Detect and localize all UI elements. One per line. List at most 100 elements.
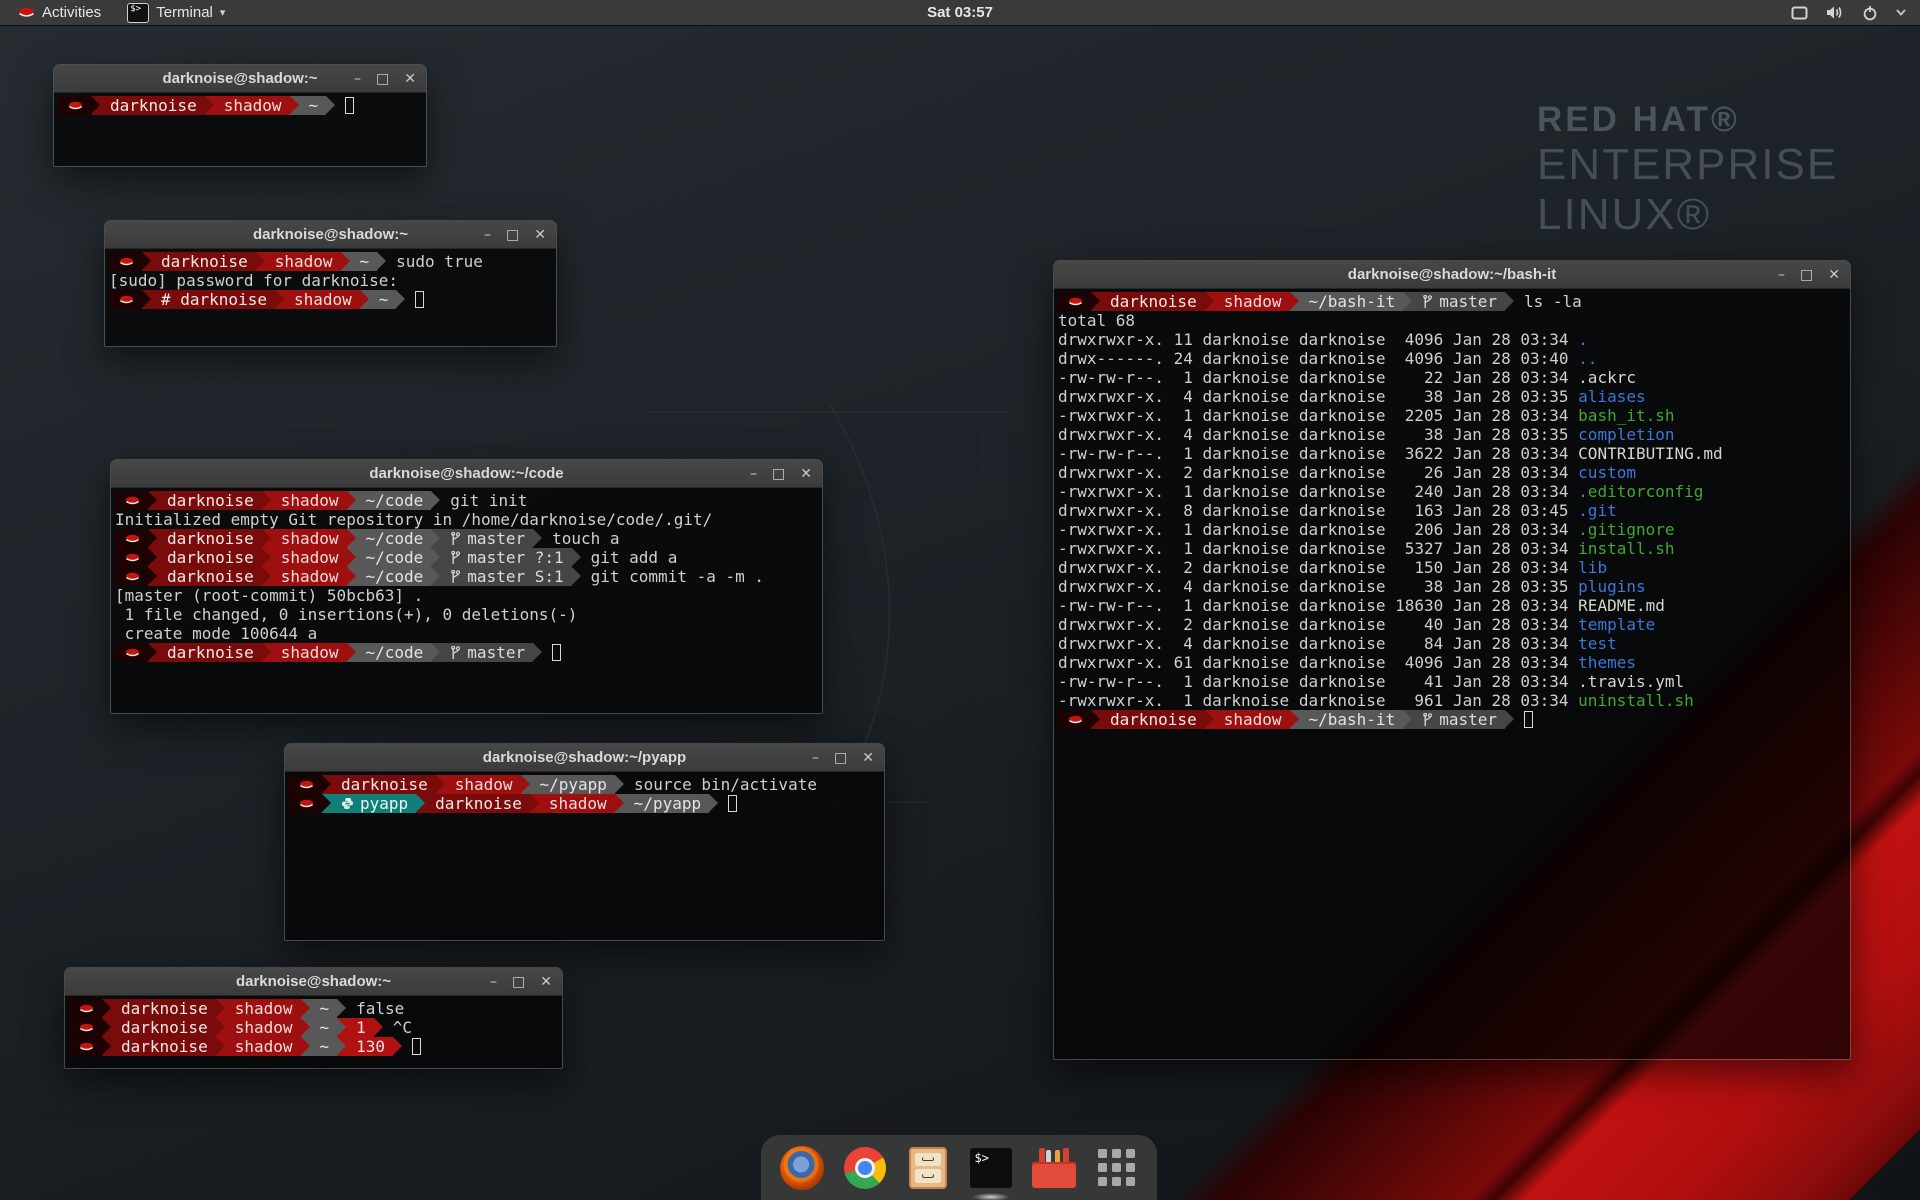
python-icon — [341, 797, 354, 810]
prompt-segment: shadow — [445, 775, 521, 794]
close-button[interactable]: ✕ — [534, 228, 546, 242]
window-titlebar[interactable]: darknoise@shadow:~–□✕ — [105, 221, 556, 249]
command-text: sudo true — [386, 252, 483, 271]
prompt-segment: ~/code — [356, 567, 432, 586]
prompt-segment-label: shadow — [281, 643, 339, 662]
dock: $> — [760, 1134, 1158, 1200]
terminal-line: [sudo] password for darknoise: — [109, 271, 552, 290]
command-text: touch a — [542, 529, 619, 548]
prompt-segment — [109, 290, 142, 309]
command-text: false — [346, 999, 404, 1018]
minimize-button[interactable]: – — [750, 467, 757, 481]
terminal-content[interactable]: darknoiseshadow~sudo true[sudo] password… — [105, 249, 556, 346]
powerline-arrow-icon — [615, 775, 624, 794]
redhat-icon — [79, 1041, 94, 1053]
prompt-segment — [109, 252, 142, 271]
close-button[interactable]: ✕ — [540, 975, 552, 989]
terminal-window: darknoise@shadow:~–□✕darknoiseshadow~ — [53, 64, 427, 167]
prompt-segment: ~ — [310, 1018, 338, 1037]
close-button[interactable]: ✕ — [862, 751, 874, 765]
dock-item-toolbox[interactable] — [1031, 1145, 1077, 1191]
prompt-segment-label: master S:1 — [467, 567, 563, 586]
ls-row-filename: completion — [1578, 425, 1674, 444]
close-button[interactable]: ✕ — [404, 72, 416, 86]
powerline-arrow-icon — [377, 252, 386, 271]
git-branch-icon — [1422, 713, 1433, 727]
close-button[interactable]: ✕ — [1828, 268, 1840, 282]
terminal-content[interactable]: darknoiseshadow~/codegit initInitialized… — [111, 488, 822, 713]
maximize-button[interactable]: □ — [772, 467, 785, 481]
screen-icon — [1791, 6, 1808, 20]
terminal-content[interactable]: darknoiseshadow~ — [54, 93, 426, 166]
window-title: darknoise@shadow:~ — [236, 973, 391, 990]
prompt-segment-label: 1 — [356, 1018, 366, 1037]
ls-row-filename: bash_it.sh — [1578, 406, 1674, 425]
terminal-window: darknoise@shadow:~ – □ ✕ darknoise shadow ~ fal… — [64, 967, 563, 1069]
window-buttons: – □ ✕ — [490, 968, 552, 996]
maximize-button[interactable]: □ — [834, 751, 847, 765]
prompt-segment: darknoise — [331, 775, 436, 794]
prompt-segment-label: darknoise — [1110, 292, 1197, 311]
terminal-content[interactable]: darknoiseshadow~/pyappsource bin/activat… — [285, 772, 884, 940]
window-titlebar[interactable]: darknoise@shadow:~/code–□✕ — [111, 460, 822, 488]
clock[interactable]: Sat 03:57 — [927, 4, 993, 21]
ls-row-meta: drwxrwxr-x. 8 darknoise darknoise 163 Ja… — [1058, 501, 1578, 520]
prompt-segment: shadow — [271, 643, 347, 662]
window-titlebar[interactable]: darknoise@shadow:~ – □ ✕ — [65, 968, 562, 996]
maximize-button[interactable]: □ — [512, 975, 525, 989]
terminal-window: darknoise@shadow:~/bash-it–□✕darknoisesh… — [1053, 260, 1851, 1060]
terminal-line: drwxrwxr-x. 4 darknoise darknoise 38 Jan… — [1058, 387, 1846, 406]
window-title: darknoise@shadow:~/pyapp — [483, 749, 686, 766]
powerline-arrow-icon — [326, 96, 335, 115]
ls-row-meta: -rw-rw-r--. 1 darknoise darknoise 18630 … — [1058, 596, 1578, 615]
terminal-line: total 68 — [1058, 311, 1846, 330]
ls-row-filename: CONTRIBUTING.md — [1578, 444, 1723, 463]
prompt-segment: shadow — [271, 548, 347, 567]
powerline-arrow-icon — [275, 290, 284, 309]
prompt-segment: ~ — [350, 252, 378, 271]
dock-item-chrome[interactable] — [842, 1145, 888, 1191]
terminal-line: create mode 100644 a — [115, 624, 818, 643]
dock-item-files[interactable] — [905, 1145, 951, 1191]
maximize-button[interactable]: □ — [506, 228, 519, 242]
prompt-segment — [1058, 710, 1091, 729]
app-menu-label: Terminal — [156, 4, 213, 21]
command-text: ^C — [383, 1018, 412, 1037]
system-status-area[interactable] — [1791, 5, 1920, 21]
window-titlebar[interactable]: darknoise@shadow:~/pyapp – □ ✕ — [285, 744, 884, 772]
terminal-cursor — [415, 291, 424, 308]
prompt-segment: shadow — [225, 1018, 301, 1037]
dock-item-app-grid[interactable] — [1094, 1145, 1140, 1191]
powerline-arrow-icon — [396, 290, 405, 309]
minimize-button[interactable]: – — [1778, 268, 1785, 282]
prompt-segment-label: ~ — [320, 1037, 330, 1056]
powerline-arrow-icon — [148, 491, 157, 510]
window-titlebar[interactable]: darknoise@shadow:~/bash-it–□✕ — [1054, 261, 1850, 289]
prompt-segment: darknoise — [425, 794, 530, 813]
maximize-button[interactable]: □ — [376, 72, 389, 86]
ls-row-filename: test — [1578, 634, 1617, 653]
minimize-button[interactable]: – — [490, 975, 497, 989]
terminal-cursor — [345, 97, 354, 114]
chevron-down-icon — [1896, 9, 1906, 16]
close-button[interactable]: ✕ — [800, 467, 812, 481]
prompt-segment-label: ~/bash-it — [1309, 710, 1396, 729]
powerline-arrow-icon — [148, 643, 157, 662]
terminal-content[interactable]: darknoiseshadow~/bash-itmasterls -latota… — [1054, 289, 1850, 1059]
dock-item-firefox[interactable] — [779, 1145, 825, 1191]
ls-row-filename: .travis.yml — [1578, 672, 1684, 691]
command-text: source bin/activate — [624, 775, 817, 794]
app-menu-terminal[interactable]: $> Terminal ▾ — [117, 0, 235, 26]
maximize-button[interactable]: □ — [1800, 268, 1813, 282]
powerline-arrow-icon — [341, 252, 350, 271]
minimize-button[interactable]: – — [354, 72, 361, 86]
minimize-button[interactable]: – — [484, 228, 491, 242]
terminal-content[interactable]: darknoiseshadow~falsedarknoiseshadow~1^C… — [65, 996, 562, 1068]
powerline-arrow-icon — [301, 999, 310, 1018]
minimize-button[interactable]: – — [812, 751, 819, 765]
dock-item-terminal[interactable]: $> — [968, 1145, 1014, 1191]
window-titlebar[interactable]: darknoise@shadow:~–□✕ — [54, 65, 426, 93]
prompt-segment: darknoise — [111, 999, 216, 1018]
terminal-line: darknoiseshadow~/bash-itmasterls -la — [1058, 292, 1846, 311]
activities-button[interactable]: Activities — [10, 0, 109, 26]
